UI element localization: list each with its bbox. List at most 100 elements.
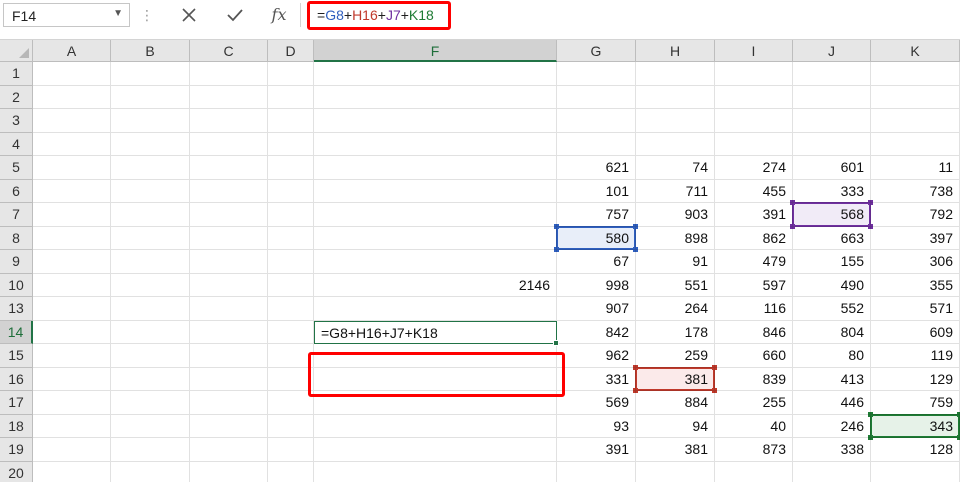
cell-d15[interactable] (268, 344, 314, 368)
cell-h19[interactable]: 381 (636, 438, 715, 462)
cell-d14[interactable] (268, 320, 314, 344)
cell-k8[interactable]: 397 (871, 226, 960, 250)
cell-k15[interactable]: 119 (871, 344, 960, 368)
cell-i18[interactable]: 40 (715, 414, 793, 438)
cell-f9[interactable] (314, 250, 557, 274)
cell-k7[interactable]: 792 (871, 203, 960, 227)
cell-f6[interactable] (314, 179, 557, 203)
cell-a14[interactable] (33, 320, 111, 344)
cell-h16[interactable]: 381 (636, 367, 715, 391)
cell-b18[interactable] (111, 414, 190, 438)
cell-g9[interactable]: 67 (557, 250, 636, 274)
cell-b6[interactable] (111, 179, 190, 203)
cell-c10[interactable] (190, 273, 268, 297)
cell-c4[interactable] (190, 132, 268, 156)
cell-k18[interactable]: 343 (871, 414, 960, 438)
cell-j18[interactable]: 246 (793, 414, 871, 438)
cell-a9[interactable] (33, 250, 111, 274)
cell-a4[interactable] (33, 132, 111, 156)
cell-j9[interactable]: 155 (793, 250, 871, 274)
cell-k9[interactable]: 306 (871, 250, 960, 274)
cell-j19[interactable]: 338 (793, 438, 871, 462)
cell-k17[interactable]: 759 (871, 391, 960, 415)
column-header-h[interactable]: H (636, 40, 715, 62)
cell-b2[interactable] (111, 85, 190, 109)
cell-d4[interactable] (268, 132, 314, 156)
cell-i5[interactable]: 274 (715, 156, 793, 180)
cell-k10[interactable]: 355 (871, 273, 960, 297)
cell-f8[interactable] (314, 226, 557, 250)
cell-a2[interactable] (33, 85, 111, 109)
cell-i7[interactable]: 391 (715, 203, 793, 227)
cell-d7[interactable] (268, 203, 314, 227)
cell-k16[interactable]: 129 (871, 367, 960, 391)
cell-i1[interactable] (715, 62, 793, 86)
cell-h8[interactable]: 898 (636, 226, 715, 250)
column-header-f[interactable]: F (314, 40, 557, 62)
cell-h7[interactable]: 903 (636, 203, 715, 227)
cell-h5[interactable]: 74 (636, 156, 715, 180)
cell-g1[interactable] (557, 62, 636, 86)
cell-i14[interactable]: 846 (715, 320, 793, 344)
cell-f3[interactable] (314, 109, 557, 133)
cell-h13[interactable]: 264 (636, 297, 715, 321)
cell-k2[interactable] (871, 85, 960, 109)
cell-f10[interactable]: 2146 (314, 273, 557, 297)
cell-k19[interactable]: 128 (871, 438, 960, 462)
cell-k3[interactable] (871, 109, 960, 133)
cell-j20[interactable] (793, 461, 871, 482)
cell-h9[interactable]: 91 (636, 250, 715, 274)
column-header-a[interactable]: A (33, 40, 111, 62)
cell-c5[interactable] (190, 156, 268, 180)
cell-b14[interactable] (111, 320, 190, 344)
active-cell[interactable]: =G8+H16+J7+K18 (314, 320, 557, 344)
cell-h14[interactable]: 178 (636, 320, 715, 344)
cell-c16[interactable] (190, 367, 268, 391)
cell-c20[interactable] (190, 461, 268, 482)
cell-i16[interactable]: 839 (715, 367, 793, 391)
cell-a7[interactable] (33, 203, 111, 227)
cell-d9[interactable] (268, 250, 314, 274)
cell-b15[interactable] (111, 344, 190, 368)
cell-f19[interactable] (314, 438, 557, 462)
cell-g18[interactable]: 93 (557, 414, 636, 438)
cell-i4[interactable] (715, 132, 793, 156)
cell-j16[interactable]: 413 (793, 367, 871, 391)
cell-b8[interactable] (111, 226, 190, 250)
cell-c18[interactable] (190, 414, 268, 438)
cell-j6[interactable]: 333 (793, 179, 871, 203)
cell-b16[interactable] (111, 367, 190, 391)
cell-k14[interactable]: 609 (871, 320, 960, 344)
cell-h17[interactable]: 884 (636, 391, 715, 415)
cell-g14[interactable]: 842 (557, 320, 636, 344)
cell-h2[interactable] (636, 85, 715, 109)
cell-d6[interactable] (268, 179, 314, 203)
cell-k1[interactable] (871, 62, 960, 86)
cell-a10[interactable] (33, 273, 111, 297)
cell-j8[interactable]: 663 (793, 226, 871, 250)
cell-f1[interactable] (314, 62, 557, 86)
cell-b4[interactable] (111, 132, 190, 156)
cell-b13[interactable] (111, 297, 190, 321)
cell-a13[interactable] (33, 297, 111, 321)
column-header-k[interactable]: K (871, 40, 960, 62)
cell-i19[interactable]: 873 (715, 438, 793, 462)
cell-f2[interactable] (314, 85, 557, 109)
cell-a6[interactable] (33, 179, 111, 203)
cell-j5[interactable]: 601 (793, 156, 871, 180)
cell-d17[interactable] (268, 391, 314, 415)
cell-c1[interactable] (190, 62, 268, 86)
cell-g3[interactable] (557, 109, 636, 133)
cell-c9[interactable] (190, 250, 268, 274)
cell-f16[interactable] (314, 367, 557, 391)
cell-h10[interactable]: 551 (636, 273, 715, 297)
cell-k13[interactable]: 571 (871, 297, 960, 321)
select-all-corner[interactable] (0, 40, 33, 62)
cell-g7[interactable]: 757 (557, 203, 636, 227)
cell-c2[interactable] (190, 85, 268, 109)
cell-h3[interactable] (636, 109, 715, 133)
cell-k6[interactable]: 738 (871, 179, 960, 203)
cell-d8[interactable] (268, 226, 314, 250)
cell-g19[interactable]: 391 (557, 438, 636, 462)
cell-c8[interactable] (190, 226, 268, 250)
